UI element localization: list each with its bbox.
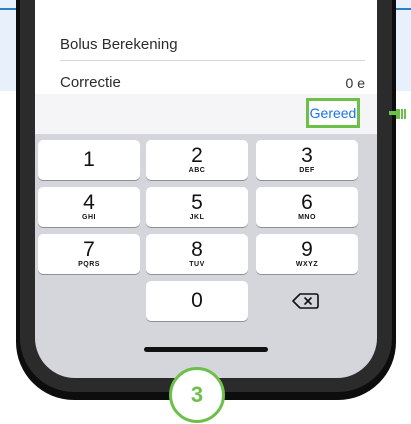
key-digit: 2 (191, 144, 203, 167)
key-digit: 3 (301, 144, 313, 167)
key-0[interactable]: 0 (146, 281, 248, 321)
key-digit: 8 (191, 238, 203, 261)
key-digit: 6 (301, 191, 313, 214)
backspace-icon (292, 293, 319, 309)
key-5[interactable]: 5 JKL (146, 187, 248, 227)
key-8[interactable]: 8 TUV (146, 234, 248, 274)
key-letters: GHI (82, 214, 96, 221)
key-digit: 4 (83, 191, 95, 214)
key-digit: 7 (83, 238, 95, 261)
delete-key[interactable] (256, 281, 358, 321)
key-9[interactable]: 9 WXYZ (256, 234, 358, 274)
key-digit: 0 (191, 289, 203, 312)
step-number-badge: 3 (169, 367, 225, 423)
list-item-label: Correctie (60, 74, 121, 91)
key-digit: 9 (301, 238, 313, 261)
key-3[interactable]: 3 DEF (256, 140, 358, 180)
settings-list: Bolus Berekening Correctie 0 e (35, 0, 377, 94)
key-2[interactable]: 2 ABC (146, 140, 248, 180)
key-letters: ABC (188, 167, 206, 174)
list-item-label: Bolus Berekening (60, 36, 178, 53)
key-letters: WXYZ (295, 261, 319, 268)
done-button[interactable]: Gereed (306, 98, 360, 128)
home-indicator[interactable] (144, 347, 268, 352)
key-6[interactable]: 6 MNO (256, 187, 358, 227)
key-digit: 1 (83, 148, 95, 171)
key-1[interactable]: 1 (38, 140, 140, 180)
phone-screen: Bolus Berekening Correctie 0 e Gereed 1 … (35, 0, 377, 378)
key-letters: JKL (189, 214, 205, 221)
keyboard-accessory-bar: Gereed (35, 94, 377, 134)
key-letters: MNO (298, 214, 316, 221)
key-digit: 5 (191, 191, 203, 214)
key-4[interactable]: 4 GHI (38, 187, 140, 227)
key-letters: PQRS (78, 261, 100, 268)
key-7[interactable]: 7 PQRS (38, 234, 140, 274)
list-item-bolus-berekening[interactable]: Bolus Berekening (60, 30, 365, 61)
key-letters: DEF (299, 167, 315, 174)
key-letters: TUV (189, 261, 205, 268)
pointer-hand-icon (389, 109, 406, 119)
